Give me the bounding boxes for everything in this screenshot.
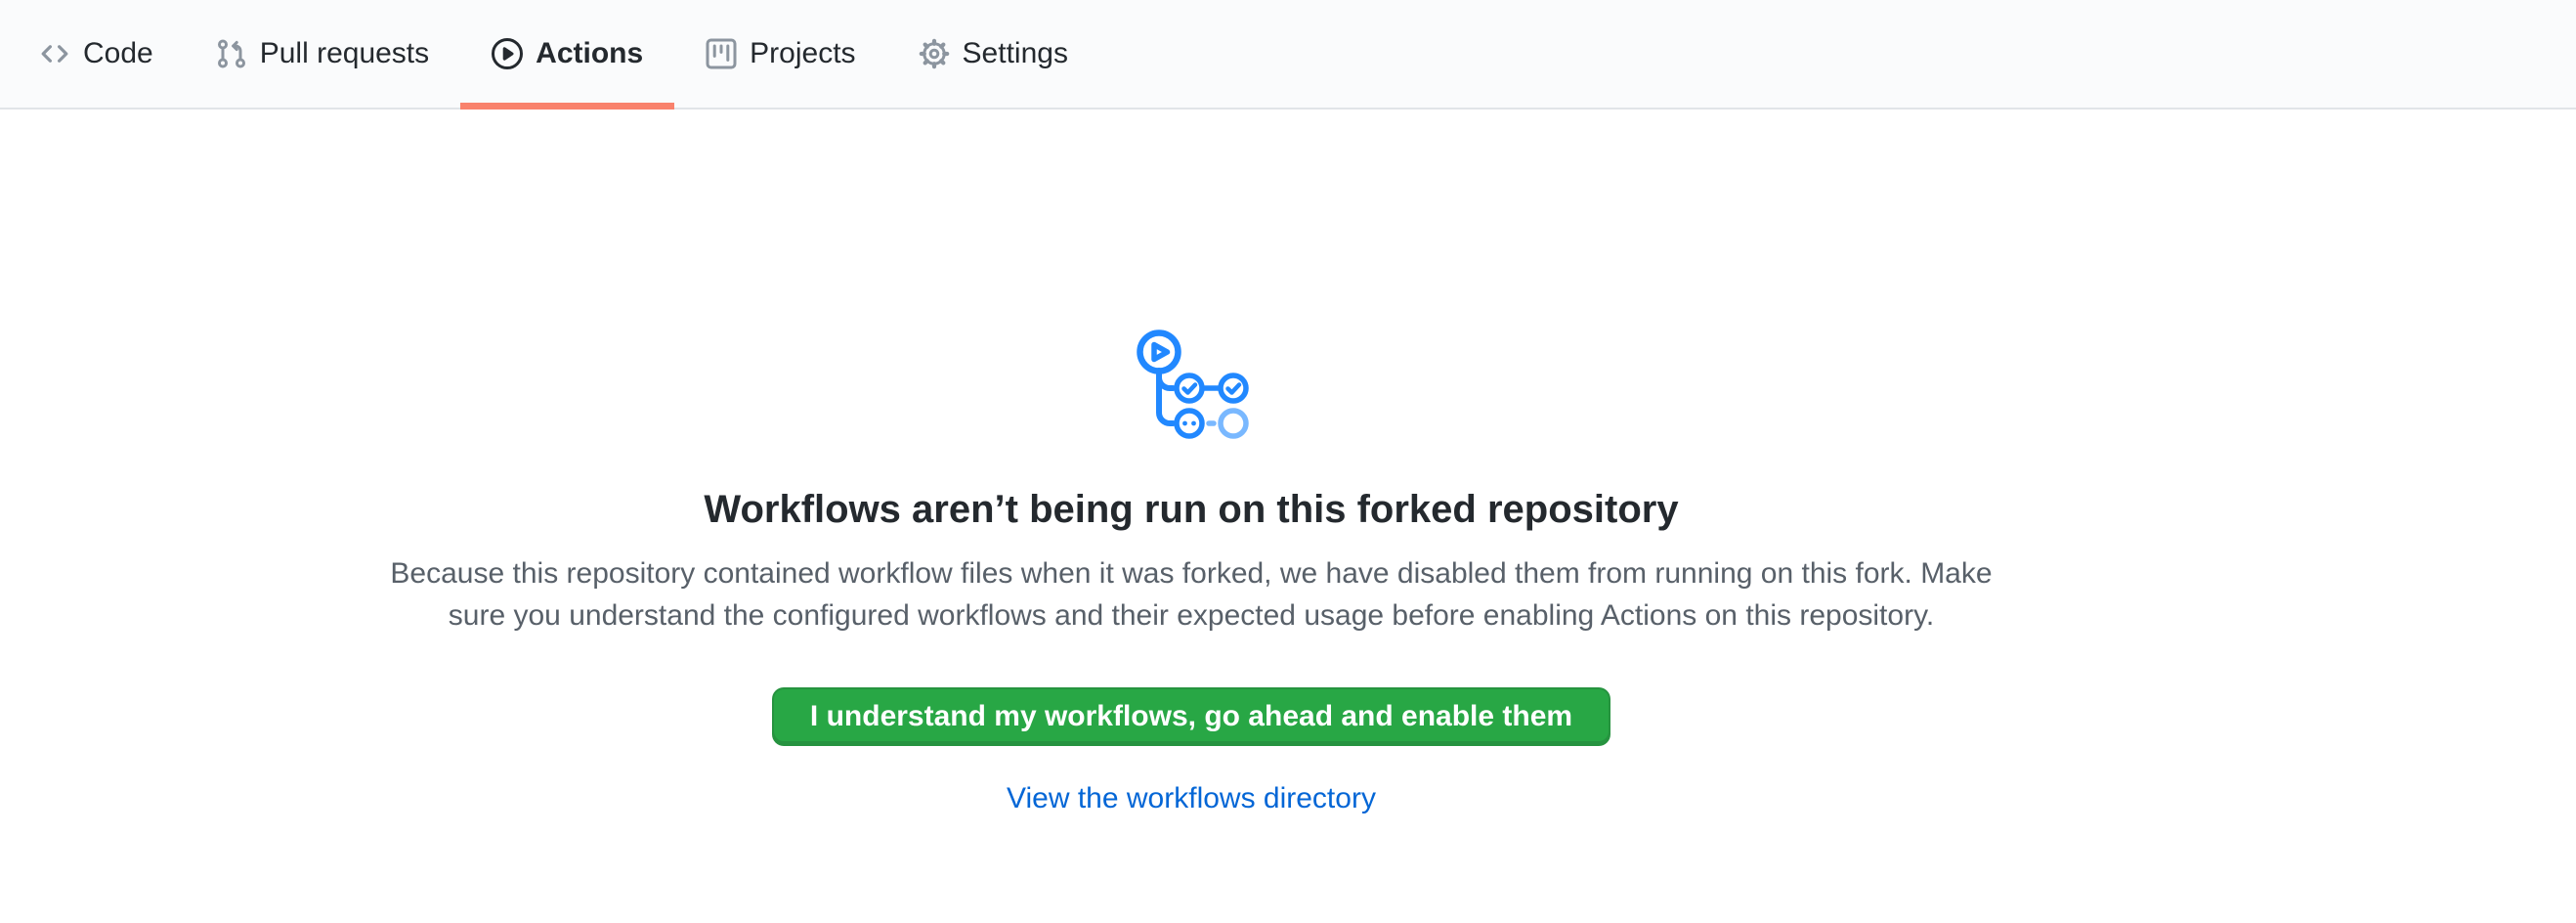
tab-settings[interactable]: Settings (887, 0, 1099, 108)
git-pull-request-icon (216, 38, 247, 69)
description: Because this repository contained workfl… (331, 552, 2051, 637)
gear-icon (919, 38, 950, 69)
project-icon (706, 38, 737, 69)
repo-tab-nav: Code Pull requests Actions Projects (0, 0, 2576, 110)
play-circle-icon (492, 38, 523, 69)
active-tab-underline (460, 103, 674, 110)
actions-disabled-blankslate: Workflows aren’t being run on this forke… (331, 329, 2051, 821)
workflow-graph-icon (1133, 329, 1250, 446)
page-title: Workflows aren’t being run on this forke… (331, 486, 2051, 533)
tab-actions[interactable]: Actions (460, 0, 674, 108)
description-line: Because this repository contained workfl… (331, 552, 2051, 594)
tab-code[interactable]: Code (8, 0, 185, 108)
tab-label: Code (83, 37, 153, 70)
tab-label: Projects (750, 37, 855, 70)
view-workflows-directory-link[interactable]: View the workflows directory (1007, 782, 1376, 814)
tab-label: Actions (536, 37, 643, 70)
description-line: sure you understand the configured workf… (331, 594, 2051, 637)
tab-pull-requests[interactable]: Pull requests (185, 0, 460, 108)
tab-label: Settings (963, 37, 1068, 70)
tab-label: Pull requests (260, 37, 429, 70)
code-icon (39, 38, 70, 69)
enable-workflows-button[interactable]: I understand my workflows, go ahead and … (772, 687, 1610, 746)
tab-projects[interactable]: Projects (674, 0, 886, 108)
